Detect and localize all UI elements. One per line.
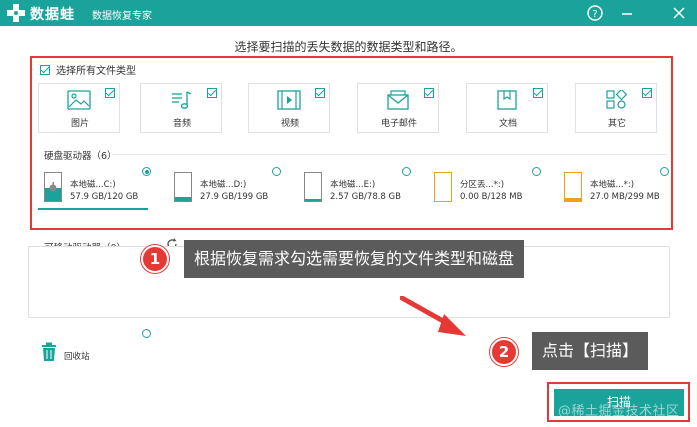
recycle-bin-label: 回收站 — [64, 352, 90, 362]
drive-icon — [434, 172, 452, 202]
file-type-document[interactable]: 文档 — [466, 83, 548, 133]
file-type-label: 电子邮件 — [380, 119, 417, 129]
app-subtitle: 数据恢复专家 — [92, 11, 152, 22]
drive-radio[interactable] — [142, 167, 151, 176]
select-all-label: 选择所有文件类型 — [56, 66, 136, 77]
drive-size: 57.9 GB/120 GB — [70, 192, 139, 202]
file-type-label: 音频 — [172, 119, 191, 129]
drive-name: 本地磁...C:) — [70, 180, 116, 190]
drive-size: 0.00 B/128 MB — [460, 192, 523, 202]
file-type-checkbox[interactable] — [105, 88, 115, 98]
file-type-video[interactable]: 视频 — [248, 83, 330, 133]
drive-item[interactable]: 本地磁...D:) 27.9 GB/199 GB — [174, 170, 284, 210]
file-type-email[interactable]: 电子邮件 — [357, 83, 439, 133]
watermark: @稀土掘金技术社区 — [558, 404, 680, 419]
drive-item[interactable]: 本地磁...E:) 2.57 GB/78.8 GB — [304, 170, 414, 210]
close-icon[interactable] — [670, 4, 688, 22]
file-type-checkbox[interactable] — [315, 88, 325, 98]
apple-icon — [49, 182, 57, 192]
file-type-label: 图片 — [70, 119, 89, 129]
select-all-checkbox[interactable] — [40, 64, 50, 75]
help-icon[interactable]: ? — [586, 4, 604, 22]
app-name: 数据蛙 — [30, 7, 75, 23]
drive-name: 本地磁...E:) — [330, 180, 376, 190]
drive-name: 分区丢...*:) — [460, 180, 505, 190]
file-type-image[interactable]: 图片 — [38, 83, 120, 133]
select-all-file-types[interactable]: 选择所有文件类型 — [40, 62, 136, 77]
file-type-checkbox[interactable] — [642, 88, 652, 98]
drive-radio[interactable] — [402, 167, 411, 176]
drive-icon — [174, 172, 192, 202]
drive-name: 本地磁...*:) — [590, 180, 635, 190]
drive-radio[interactable] — [272, 167, 281, 176]
app-window: { "titlebar": { "app_name": "数据蛙", "app_… — [0, 0, 697, 427]
page-heading: 选择要扫描的丢失数据的数据类型和路径。 — [234, 40, 463, 54]
minimize-icon[interactable] — [618, 4, 636, 22]
recycle-bin-icon[interactable] — [40, 342, 58, 362]
image-icon — [67, 90, 91, 110]
email-icon — [387, 90, 409, 110]
file-type-audio[interactable]: 音频 — [140, 83, 222, 133]
step1-callout: 根据恢复需求勾选需要恢复的文件类型和磁盘 — [184, 240, 525, 278]
document-icon — [497, 90, 517, 110]
drive-radio[interactable] — [532, 167, 541, 176]
hard-drives-label: 硬盘驱动器（6） — [44, 151, 117, 162]
drive-size: 27.0 MB/299 MB — [590, 192, 660, 202]
file-type-other[interactable]: 其它 — [575, 83, 657, 133]
drive-icon — [304, 172, 322, 202]
recycle-bin-radio[interactable] — [142, 329, 151, 338]
app-logo-icon — [7, 4, 25, 22]
pointer-arrow-icon — [400, 296, 466, 336]
other-icon — [606, 90, 628, 109]
svg-text:?: ? — [592, 9, 597, 20]
music-icon — [172, 91, 192, 109]
drive-item[interactable]: 本地磁...*:) 27.0 MB/299 MB — [564, 170, 674, 210]
title-bar: 数据蛙 数据恢复专家 ? — [0, 0, 697, 26]
drive-icon — [564, 172, 582, 202]
step2-badge: 2 — [490, 338, 518, 366]
drive-item[interactable]: 分区丢...*:) 0.00 B/128 MB — [434, 170, 544, 210]
divider — [112, 154, 667, 155]
file-type-label: 视频 — [280, 119, 299, 129]
file-type-label: 其它 — [607, 119, 626, 129]
step1-badge: 1 — [141, 245, 169, 273]
file-type-checkbox[interactable] — [207, 88, 217, 98]
selected-drive-underline — [38, 208, 148, 210]
drive-size: 27.9 GB/199 GB — [200, 192, 269, 202]
file-type-checkbox[interactable] — [533, 88, 543, 98]
step2-callout: 点击【扫描】 — [532, 332, 649, 370]
drive-name: 本地磁...D:) — [200, 180, 247, 190]
drive-size: 2.57 GB/78.8 GB — [330, 192, 401, 202]
drive-radio[interactable] — [660, 167, 669, 176]
drive-item[interactable]: 本地磁...C:) 57.9 GB/120 GB — [44, 170, 150, 210]
file-type-label: 文档 — [498, 119, 517, 129]
video-icon — [277, 90, 301, 110]
file-type-checkbox[interactable] — [424, 88, 434, 98]
